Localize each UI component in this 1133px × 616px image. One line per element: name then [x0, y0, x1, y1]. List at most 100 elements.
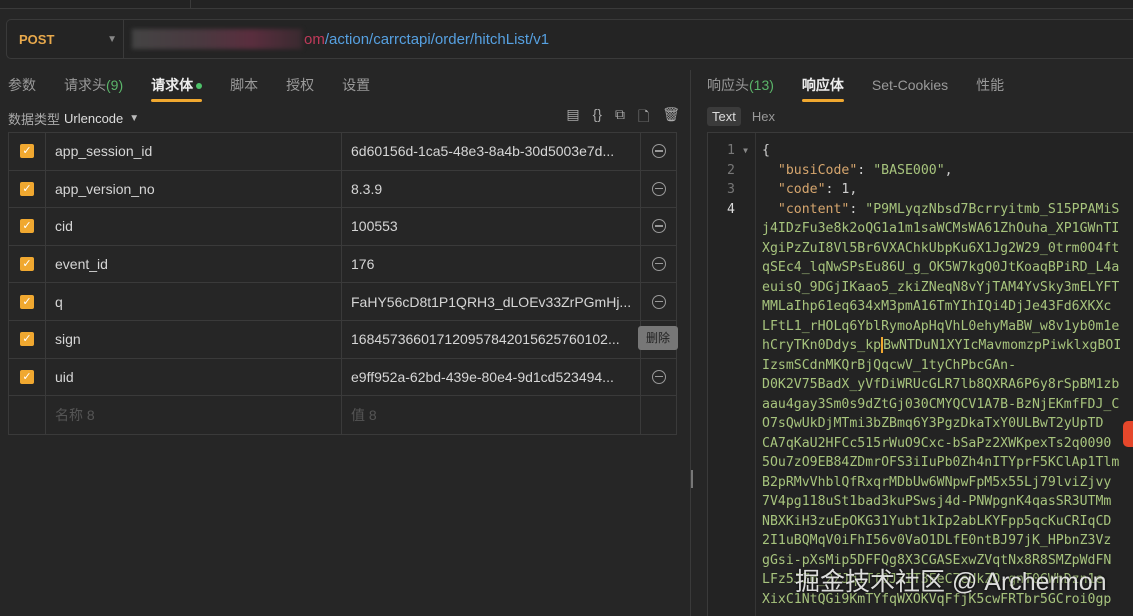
copy-icon[interactable]: ⧉	[615, 106, 625, 130]
resize-handle[interactable]	[691, 470, 693, 488]
json-line: euisQ_9DGjIKaao5_zkiZNeqN8vYjTAM4YvSky3m…	[762, 279, 1120, 295]
params-table: ✓ app_session_id 6d60156d-1ca5-48e3-8a4b-3…	[8, 132, 678, 435]
braces-icon[interactable]: {}	[593, 106, 602, 130]
json-line: gGsi-pXsMip5DFFQg8X3CGASExwZVqtNx8R8SMZp…	[762, 552, 1112, 568]
param-checkbox[interactable]: ✓	[20, 144, 34, 159]
panel-splitter[interactable]	[690, 70, 691, 616]
chevron-down-icon: ▼	[107, 33, 117, 45]
json-line: O7sQwUkDjMTmi3bZBmq6Y3PgzDkaTxY0ULBwT2yU…	[762, 416, 1104, 431]
param-checkbox[interactable]: ✓	[20, 181, 34, 196]
json-line: hCryTKn0Ddys_kp BwNTDuN1XYIcMavmomzpPiwkl…	[762, 337, 1122, 353]
trash-icon[interactable]: 🗑	[662, 106, 680, 130]
redacted-host	[132, 29, 302, 49]
json-line: IzsmSCdnMKQrBjQqcwV_1tyChPbcGAn-	[762, 357, 1017, 373]
json-line: LFz5JZm_2ZJqiTfOJ3IT3EeC7eUkZO-gnT0GWhDz…	[762, 572, 1104, 587]
new-param-name-input[interactable]: 名称 8	[46, 396, 342, 434]
param-name[interactable]: sign	[46, 320, 342, 358]
param-name[interactable]: q	[46, 283, 342, 320]
remove-row-icon[interactable]	[651, 144, 666, 159]
line-gutter: 1 ▼ 234	[708, 133, 756, 616]
url-input[interactable]: om/action/carrctapi/order/hitchList/v1	[124, 29, 549, 49]
param-name[interactable]: event_id	[46, 245, 342, 283]
json-line: 5Ou7zO9EB84ZDmrOFS3iIuPb0Zh4nITYprF5KClA…	[762, 455, 1120, 470]
param-value[interactable]: 16845736601712095784201562576010​2...	[342, 320, 641, 358]
remove-row-icon[interactable]	[651, 294, 666, 309]
json-line: 2I1uBQMqV0iFhI56v0VaO1DLfE0ntBJ97jK_HPbn…	[762, 533, 1112, 548]
json-line: LFtL1_rHOLq6YblRymoApHqVhL0ehyMaBW_w8v1y…	[762, 318, 1120, 334]
tab-body[interactable]: 请求体	[151, 72, 216, 102]
json-line: D0K2V75BadX_yVfDiWRUcGLR7lb8QXRA6P6y8rSp…	[762, 377, 1120, 392]
remove-row-icon[interactable]	[651, 257, 666, 272]
url-host: om	[304, 30, 325, 48]
tab-params[interactable]: 参数	[8, 72, 50, 100]
modified-dot	[196, 83, 203, 90]
param-row: ✓ q FaHY56cD8t1P1QRH3_dLOEv33ZrPGmHj...	[9, 283, 676, 321]
json-code: { "busiCode": "BASE000", "code": 1, "con…	[762, 141, 1121, 609]
json-line: "content": "P9MLyqzNbsd7Bcrryitmb_S15PPA…	[777, 201, 1120, 217]
json-line: B2pRMvVhblQfRxqrMDbUw6WNpwFpM5x55Lj79lvi…	[762, 474, 1112, 490]
tab-headers[interactable]: 请求头(9)	[64, 72, 137, 100]
method-select[interactable]: POST ▼	[7, 20, 124, 58]
response-editor[interactable]: 1 ▼ 234 { "busiCode": "BASE000", "code": …	[707, 132, 1133, 616]
app-badge-icon	[1123, 421, 1133, 447]
body-type-row: 数据类型 Urlencode ▼ ▤ {} ⧉ 🗋 🗑	[8, 106, 680, 130]
param-value[interactable]: e9ff952a-62bd-439e-80e4-9d1cd523494...	[342, 358, 641, 396]
request-tabs: 参数 请求头(9) 请求体 脚本 授权 设置	[8, 72, 398, 102]
json-line: XixC1NtQGi9KmTYfqWXOKVqFfjK5cwFRTbr5GCro…	[762, 591, 1112, 607]
json-line: CA7qKaU2HFCc515rWuO9Cxc-bSaPz2XWKpexTs2q…	[762, 435, 1112, 451]
param-name[interactable]: cid	[46, 208, 342, 245]
json-line: XgiPzZuI8Vl5Br6VXAChkUbpKu6X1Jg2W29_0trm…	[762, 240, 1120, 256]
bulk-edit-icon[interactable]: ▤	[566, 106, 579, 130]
param-checkbox[interactable]: ✓	[20, 332, 34, 347]
param-checkbox[interactable]: ✓	[20, 369, 34, 384]
json-line: aau4gay3Sm0s9dZtGj030CMYQCV1A7B-BzNjEKmf…	[762, 396, 1120, 412]
tab-performance[interactable]: 性能	[976, 72, 1018, 100]
body-type-select[interactable]: Urlencode	[64, 111, 123, 126]
json-line: MMLaIhp61eq634xM3pmA16TmYIhIQi4DjJe43Fd6…	[762, 299, 1112, 314]
format-text[interactable]: Text	[707, 107, 741, 126]
new-param-row: 名称 8值 8	[9, 396, 676, 434]
url-path: /action/carrctapi/order/hitchList/v1	[324, 30, 550, 48]
param-checkbox[interactable]: ✓	[20, 257, 34, 272]
param-name[interactable]: app_session_id	[46, 133, 342, 170]
tab-auth[interactable]: 授权	[286, 72, 328, 100]
format-toggle: Text Hex	[707, 107, 780, 126]
remove-row-icon[interactable]	[651, 181, 666, 196]
json-line: qSEc4_lqNwSPsEu86U_g_OK5W7kgQ0JtKoaqBPiR…	[762, 260, 1120, 275]
param-value[interactable]: 176	[342, 245, 641, 283]
remove-row-icon[interactable]	[651, 369, 666, 384]
tab-settings[interactable]: 设置	[342, 72, 384, 100]
param-row: ✓ cid 100553	[9, 208, 676, 246]
tab-response-headers[interactable]: 响应头(13)	[707, 72, 788, 100]
chevron-down-icon[interactable]: ▼	[129, 113, 139, 124]
param-value[interactable]: FaHY56cD8t1P1QRH3_dLOEv33ZrPGmHj...	[342, 283, 641, 320]
format-hex[interactable]: Hex	[747, 107, 780, 126]
param-value[interactable]: 6d60156d-1ca5-48e3-8a4b-30d5003e7d...	[342, 133, 641, 170]
param-row: ✓ uid e9ff952a-62bd-439e-80e4-9d1cd523494.…	[9, 358, 676, 397]
tab-set-cookies[interactable]: Set-Cookies	[872, 72, 962, 100]
param-name[interactable]: app_version_no	[46, 170, 342, 208]
method-label: POST	[19, 31, 55, 47]
json-line: 7V4pg118uSt1bad3kuPSwsj4d-PNWpgnK4qasSR3…	[762, 494, 1112, 509]
param-value[interactable]: 100553	[342, 208, 641, 245]
response-tabs: 响应头(13) 响应体 Set-Cookies 性能	[707, 72, 1032, 102]
param-checkbox[interactable]: ✓	[20, 294, 34, 309]
param-row: ✓ sign 16845736601712095784201562576010​2.…	[9, 320, 678, 359]
new-param-value-input[interactable]: 值 8	[342, 396, 641, 434]
fold-arrow-icon[interactable]: ▼	[743, 141, 748, 161]
request-bar: POST ▼ om/action/carrctapi/order/hitchLis…	[6, 19, 1133, 59]
body-type-label: 数据类型	[8, 111, 61, 127]
remove-row-icon[interactable]	[651, 219, 666, 234]
json-line: NBXKiH3zuEpOKG31Yubt1kIp2abLKYFpp5qcKuCR…	[762, 513, 1112, 529]
tab-script[interactable]: 脚本	[230, 72, 272, 100]
file-icon[interactable]: 🗋	[638, 106, 649, 130]
param-row: ✓ app_version_no 8.3.9	[9, 170, 676, 209]
json-line: j4IDzFu3e8k2oQG1a1m1saWCMsWA61ZhOuha_XP1…	[762, 221, 1120, 236]
param-value[interactable]: 8.3.9	[342, 170, 641, 208]
tab-response-body[interactable]: 响应体	[801, 72, 858, 102]
param-checkbox[interactable]: ✓	[20, 219, 34, 234]
param-row: ✓ app_session_id 6d60156d-1ca5-48e3-8a4b-3…	[9, 133, 676, 171]
param-name[interactable]: uid	[46, 358, 342, 396]
delete-tooltip[interactable]: 删除	[638, 325, 678, 350]
top-tab-strip	[0, 0, 1133, 9]
